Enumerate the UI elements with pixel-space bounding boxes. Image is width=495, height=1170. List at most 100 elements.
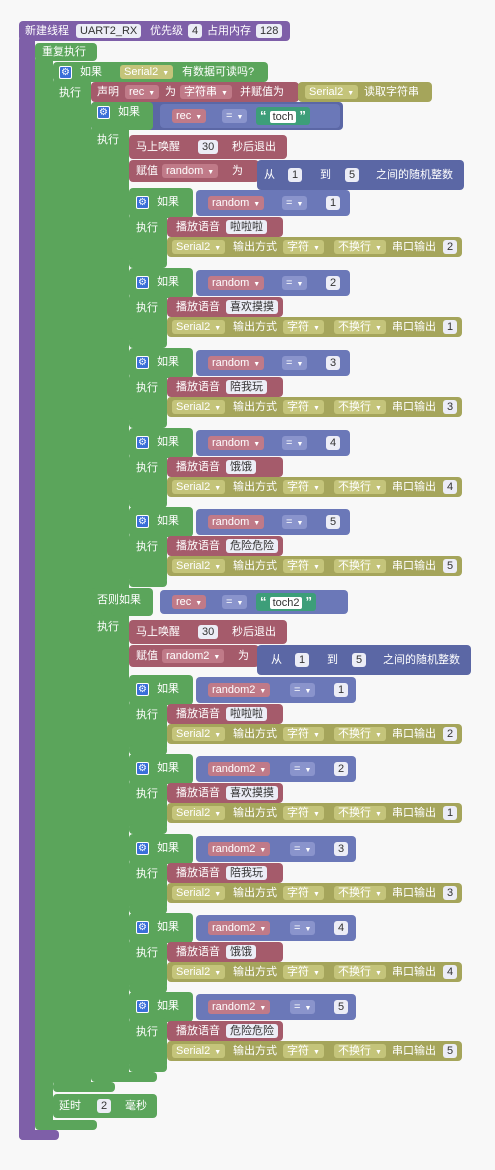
min-field[interactable]: 1 <box>288 168 303 182</box>
thread-name-field[interactable]: UART2_RX <box>76 24 142 38</box>
compare-number-field[interactable]: 2 <box>326 276 341 290</box>
memory-field[interactable]: 128 <box>256 24 283 38</box>
gear-icon[interactable]: ⚙ <box>136 436 149 449</box>
gear-icon[interactable]: ⚙ <box>97 106 110 119</box>
newline-dropdown[interactable]: 不换行 ▼ <box>334 727 386 741</box>
random-var-dropdown[interactable]: random ▼ <box>208 515 265 529</box>
string-literal-block[interactable]: “ toch2 ” <box>256 593 317 611</box>
newline-dropdown[interactable]: 不换行 ▼ <box>334 320 386 334</box>
random-var-dropdown[interactable]: random2 ▼ <box>162 649 225 663</box>
voice-text-field[interactable]: 喜欢摸摸 <box>226 786 278 800</box>
serial-output-value-field[interactable]: 1 <box>443 806 458 820</box>
voice-text-field[interactable]: 饿饿 <box>226 460 256 474</box>
compare-number-field[interactable]: 2 <box>334 762 349 776</box>
random-var-dropdown[interactable]: random2 ▼ <box>208 683 271 697</box>
rec-var-dropdown[interactable]: rec ▼ <box>125 85 160 99</box>
format-dropdown[interactable]: 字符 ▼ <box>283 400 324 414</box>
serial-dropdown[interactable]: Serial2 ▼ <box>172 480 226 494</box>
random-var-dropdown[interactable]: random ▼ <box>208 196 265 210</box>
format-dropdown[interactable]: 字符 ▼ <box>283 320 324 334</box>
gear-icon[interactable]: ⚙ <box>136 762 149 775</box>
voice-text-field[interactable]: 啦啦啦 <box>226 707 267 721</box>
gear-icon[interactable]: ⚙ <box>136 842 149 855</box>
compare-number-field[interactable]: 3 <box>326 356 341 370</box>
gear-icon[interactable]: ⚙ <box>136 683 149 696</box>
serial-dropdown[interactable]: Serial2 ▼ <box>172 1044 226 1058</box>
random-var-dropdown[interactable]: random2 ▼ <box>208 921 271 935</box>
serial-output-value-field[interactable]: 2 <box>443 240 458 254</box>
string-literal-block[interactable]: “ toch ” <box>256 107 310 125</box>
max-field[interactable]: 5 <box>352 653 367 667</box>
gear-icon[interactable]: ⚙ <box>136 921 149 934</box>
serial-dropdown[interactable]: Serial2 ▼ <box>172 559 226 573</box>
newline-dropdown[interactable]: 不换行 ▼ <box>334 886 386 900</box>
operator-dropdown[interactable]: = ▼ <box>282 356 308 370</box>
serial-dropdown[interactable]: Serial2 ▼ <box>172 886 226 900</box>
serial-output-value-field[interactable]: 3 <box>443 400 458 414</box>
random-var-dropdown[interactable]: random2 ▼ <box>208 842 271 856</box>
random-var-dropdown[interactable]: random ▼ <box>208 436 265 450</box>
voice-text-field[interactable]: 危险危险 <box>226 1024 278 1038</box>
compare-number-field[interactable]: 1 <box>334 683 349 697</box>
rec-dropdown[interactable]: rec ▼ <box>172 595 207 609</box>
operator-dropdown[interactable]: = ▼ <box>282 436 308 450</box>
newline-dropdown[interactable]: 不换行 ▼ <box>334 240 386 254</box>
format-dropdown[interactable]: 字符 ▼ <box>283 1044 324 1058</box>
serial-dropdown[interactable]: Serial2 ▼ <box>172 320 226 334</box>
wake-seconds-field[interactable]: 30 <box>198 140 219 154</box>
random-var-dropdown[interactable]: random2 ▼ <box>208 762 271 776</box>
operator-dropdown[interactable]: = ▼ <box>290 1000 316 1014</box>
rec-dropdown[interactable]: rec ▼ <box>172 109 207 123</box>
voice-text-field[interactable]: 陪我玩 <box>226 866 267 880</box>
min-field[interactable]: 1 <box>295 653 310 667</box>
operator-dropdown[interactable]: = ▼ <box>290 683 316 697</box>
voice-text-field[interactable]: 陪我玩 <box>226 380 267 394</box>
operator-dropdown[interactable]: = ▼ <box>222 109 248 123</box>
serial-dropdown[interactable]: Serial2 ▼ <box>172 727 226 741</box>
delay-value-field[interactable]: 2 <box>97 1099 112 1113</box>
operator-dropdown[interactable]: = ▼ <box>282 515 308 529</box>
random-var-dropdown[interactable]: random2 ▼ <box>208 1000 271 1014</box>
format-dropdown[interactable]: 字符 ▼ <box>283 480 324 494</box>
voice-text-field[interactable]: 危险危险 <box>226 539 278 553</box>
format-dropdown[interactable]: 字符 ▼ <box>283 806 324 820</box>
priority-field[interactable]: 4 <box>188 24 203 38</box>
serial-output-value-field[interactable]: 5 <box>443 559 458 573</box>
compare-number-field[interactable]: 5 <box>326 515 341 529</box>
newline-dropdown[interactable]: 不换行 ▼ <box>334 400 386 414</box>
operator-dropdown[interactable]: = ▼ <box>282 196 308 210</box>
operator-dropdown[interactable]: = ▼ <box>290 842 316 856</box>
gear-icon[interactable]: ⚙ <box>136 276 149 289</box>
serial-output-value-field[interactable]: 4 <box>443 480 458 494</box>
format-dropdown[interactable]: 字符 ▼ <box>283 727 324 741</box>
type-dropdown[interactable]: 字符串 ▼ <box>180 85 232 99</box>
serial-dropdown[interactable]: Serial2 ▼ <box>172 965 226 979</box>
serial-output-value-field[interactable]: 5 <box>443 1044 458 1058</box>
format-dropdown[interactable]: 字符 ▼ <box>283 559 324 573</box>
compare-number-field[interactable]: 4 <box>334 921 349 935</box>
operator-dropdown[interactable]: = ▼ <box>290 921 316 935</box>
serial-dropdown[interactable]: Serial2 ▼ <box>172 240 226 254</box>
gear-icon[interactable]: ⚙ <box>59 66 72 79</box>
serial-output-value-field[interactable]: 1 <box>443 320 458 334</box>
voice-text-field[interactable]: 喜欢摸摸 <box>226 300 278 314</box>
serial-read-dropdown[interactable]: Serial2 ▼ <box>305 85 359 99</box>
random-var-dropdown[interactable]: random ▼ <box>162 164 219 178</box>
newline-dropdown[interactable]: 不换行 ▼ <box>334 480 386 494</box>
format-dropdown[interactable]: 字符 ▼ <box>283 240 324 254</box>
operator-dropdown[interactable]: = ▼ <box>282 276 308 290</box>
format-dropdown[interactable]: 字符 ▼ <box>283 965 324 979</box>
random-var-dropdown[interactable]: random ▼ <box>208 356 265 370</box>
voice-text-field[interactable]: 啦啦啦 <box>226 220 267 234</box>
compare-number-field[interactable]: 3 <box>334 842 349 856</box>
newline-dropdown[interactable]: 不换行 ▼ <box>334 1044 386 1058</box>
newline-dropdown[interactable]: 不换行 ▼ <box>334 559 386 573</box>
newline-dropdown[interactable]: 不换行 ▼ <box>334 965 386 979</box>
serial-output-value-field[interactable]: 2 <box>443 727 458 741</box>
newline-dropdown[interactable]: 不换行 ▼ <box>334 806 386 820</box>
wake-seconds-field[interactable]: 30 <box>198 625 219 639</box>
gear-icon[interactable]: ⚙ <box>136 515 149 528</box>
operator-dropdown[interactable]: = ▼ <box>290 762 316 776</box>
gear-icon[interactable]: ⚙ <box>136 196 149 209</box>
gear-icon[interactable]: ⚙ <box>136 1000 149 1013</box>
